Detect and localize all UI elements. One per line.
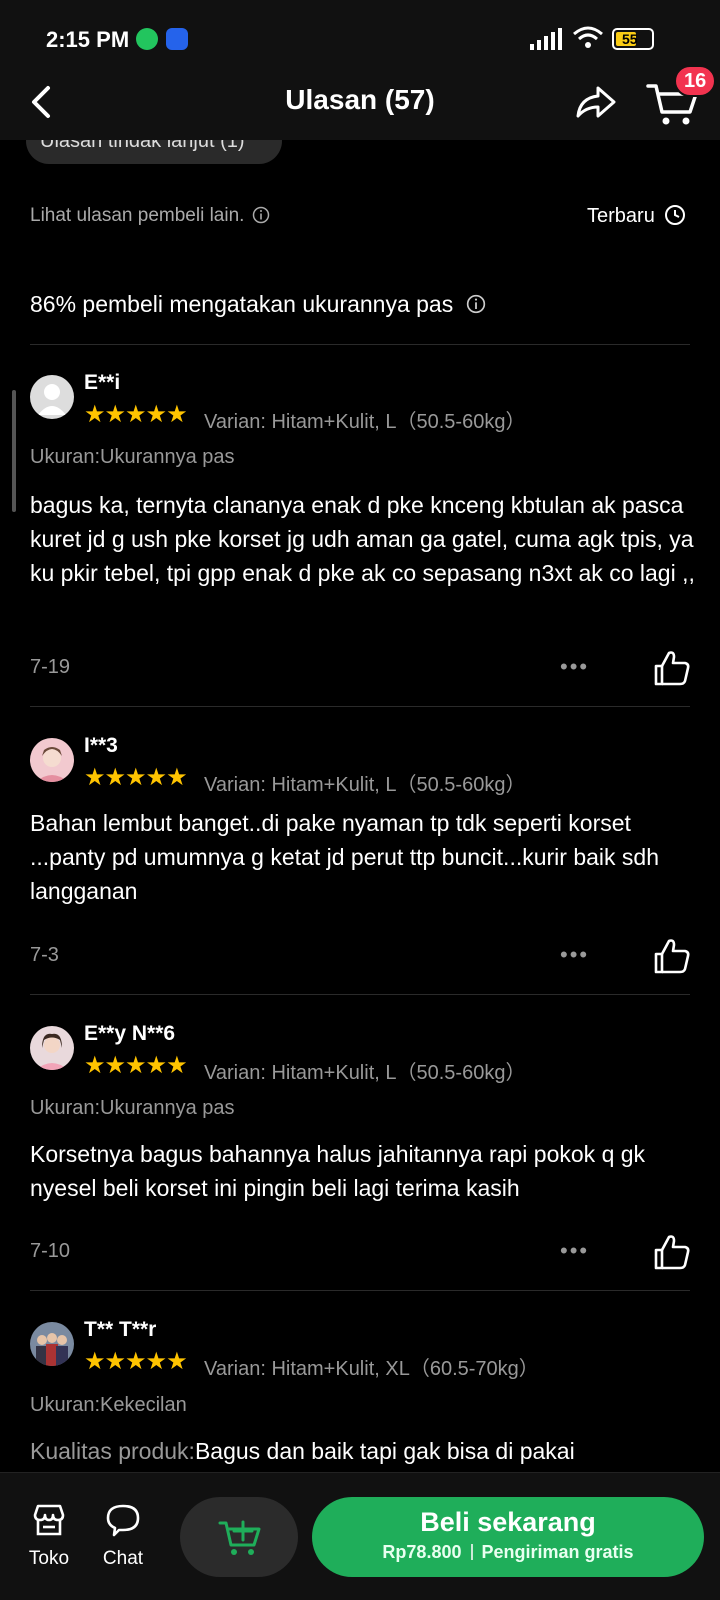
avatar[interactable] <box>30 1322 74 1366</box>
price: Rp78.800 <box>382 1542 462 1562</box>
more-options-button[interactable]: ••• <box>560 1238 589 1264</box>
buy-now-label: Beli sekarang <box>420 1507 596 1537</box>
profile-photo-icon <box>36 1033 68 1070</box>
review-text: Kualitas produk:Bagus dan baik tapi gak … <box>30 1434 695 1468</box>
battery-icon: 55 <box>612 28 654 50</box>
review-text: Korsetnya bagus bahannya halus jahitanny… <box>30 1141 646 1201</box>
review-date: 7-19 <box>30 656 71 678</box>
reviewer-name: E**i <box>84 371 121 394</box>
avatar[interactable] <box>30 1026 74 1070</box>
add-to-cart-button[interactable] <box>180 1497 298 1577</box>
sort-button[interactable]: Terbaru <box>587 204 686 228</box>
size-info: Ukuran:Ukurannya pas <box>30 446 235 468</box>
avatar[interactable] <box>30 375 74 419</box>
battery-level: 55 <box>622 31 638 47</box>
shipping-info: Pengiriman gratis <box>481 1542 634 1562</box>
app-notification-icon <box>136 28 158 50</box>
divider <box>30 994 690 995</box>
header-overlay: Ulasan (57) 16 <box>0 62 720 140</box>
clock-icon <box>665 205 686 225</box>
info-text: Lihat ulasan pembeli lain. <box>30 205 270 227</box>
like-button[interactable] <box>652 936 692 976</box>
reviewer-name: I**3 <box>84 734 118 757</box>
review-text: Bahan lembut banget..di pake nyaman tp t… <box>30 810 659 904</box>
chat-label: Chat <box>102 1548 144 1569</box>
signal-icon <box>530 28 562 50</box>
review-text: bagus ka, ternyta clananya enak d pke kn… <box>30 492 695 586</box>
size-fit-text: 86% pembeli mengatakan ukurannya pas <box>30 291 454 317</box>
reviewer-name: E**y N**6 <box>84 1022 176 1045</box>
app-notification-icon-2 <box>166 28 188 50</box>
divider <box>30 344 690 345</box>
review-aspect-label: Kualitas produk: <box>30 1438 195 1464</box>
reviewer-name: T** T**r <box>84 1318 157 1341</box>
wifi-icon <box>573 26 603 48</box>
status-time: 2:15 PM <box>46 27 130 52</box>
review-aspect-text: Bagus dan baik tapi gak bisa di pakai <box>194 1438 575 1464</box>
add-to-cart-icon <box>218 1520 261 1555</box>
more-options-button[interactable]: ••• <box>560 654 589 680</box>
avatar[interactable] <box>30 738 74 782</box>
more-options-button[interactable]: ••• <box>560 942 589 968</box>
info-icon[interactable] <box>252 206 270 224</box>
buy-now-button[interactable]: Beli sekarang Rp78.800 Pengiriman gratis <box>312 1497 704 1577</box>
like-button[interactable] <box>652 1232 692 1272</box>
cart-badge: 16 <box>674 65 717 97</box>
share-arrow-icon[interactable] <box>572 80 620 124</box>
separator <box>470 1544 473 1560</box>
price-shipping-info: Rp78.800 Pengiriman gratis <box>312 1542 704 1563</box>
star-rating: ★★★★★ <box>84 764 188 791</box>
info-icon[interactable] <box>466 294 486 314</box>
like-button[interactable] <box>652 648 692 688</box>
star-rating: ★★★★★ <box>84 401 188 428</box>
star-rating: ★★★★★ <box>84 1052 188 1079</box>
chat-button[interactable]: Chat <box>93 1503 153 1570</box>
info-text-label: Lihat ulasan pembeli lain. <box>30 205 245 226</box>
size-fit-summary: 86% pembeli mengatakan ukurannya pas <box>30 291 486 318</box>
review-date: 7-10 <box>30 1240 71 1262</box>
size-info: Ukuran:Kekecilan <box>30 1394 187 1416</box>
variant-info: Varian: Hitam+Kulit, L（50.5-60kg） <box>204 774 526 796</box>
shop-label: Toko <box>28 1548 70 1569</box>
bottom-action-bar: Toko Chat Beli sekarang Rp78.800 Pengiri… <box>0 1472 720 1600</box>
divider <box>30 1290 690 1291</box>
default-avatar-icon <box>38 384 66 415</box>
store-icon <box>33 1504 65 1536</box>
group-photo-icon <box>36 1333 68 1366</box>
star-rating: ★★★★★ <box>84 1348 188 1375</box>
chat-icon <box>106 1504 140 1537</box>
variant-info: Varian: Hitam+Kulit, XL（60.5-70kg） <box>204 1358 539 1380</box>
scrollbar[interactable] <box>12 390 16 512</box>
variant-info: Varian: Hitam+Kulit, L（50.5-60kg） <box>204 411 526 433</box>
variant-info: Varian: Hitam+Kulit, L（50.5-60kg） <box>204 1062 526 1084</box>
review-date: 7-3 <box>30 944 59 966</box>
status-bar: 2:15 PM 55 <box>0 0 720 62</box>
size-info: Ukuran:Ukurannya pas <box>30 1097 235 1119</box>
shop-button[interactable]: Toko <box>19 1503 79 1570</box>
profile-photo-icon <box>36 747 68 782</box>
sort-label: Terbaru <box>587 205 655 227</box>
divider <box>30 706 690 707</box>
